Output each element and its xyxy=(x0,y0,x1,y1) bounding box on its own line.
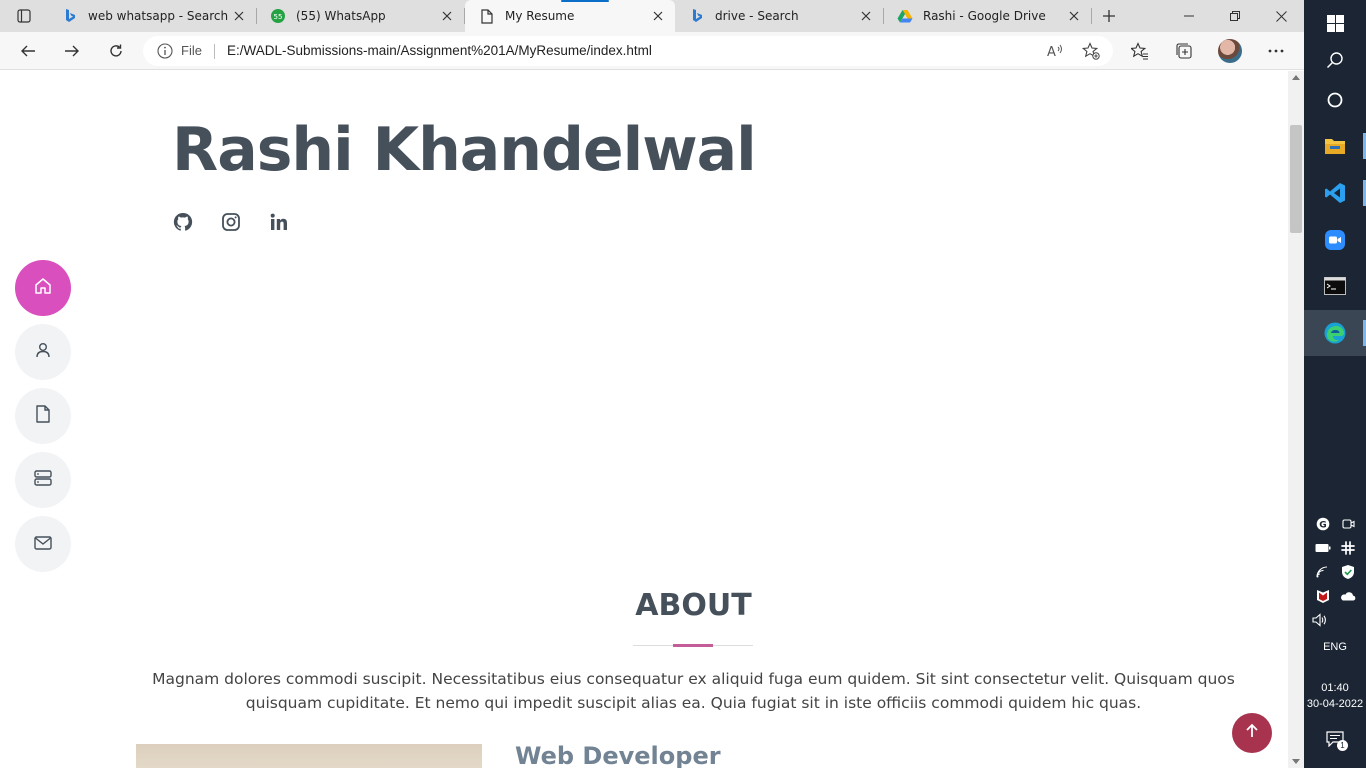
notification-center-icon[interactable]: 1 xyxy=(1324,728,1348,751)
svg-text:55: 55 xyxy=(274,13,283,21)
tab-google-drive[interactable]: Rashi - Google Drive xyxy=(883,0,1092,32)
more-menu-icon[interactable] xyxy=(1262,37,1290,65)
meet-now-icon[interactable] xyxy=(1340,516,1356,532)
address-bar[interactable]: File E:/WADL-Submissions-main/Assignment… xyxy=(143,36,1113,66)
read-aloud-icon[interactable]: A xyxy=(1046,42,1064,60)
refresh-button[interactable] xyxy=(102,37,130,65)
side-navigation xyxy=(15,260,71,580)
file-explorer-icon[interactable] xyxy=(1304,123,1366,169)
mail-icon xyxy=(34,535,52,554)
scroll-up-icon[interactable] xyxy=(1292,75,1300,80)
bing-icon xyxy=(62,8,78,24)
edge-icon[interactable] xyxy=(1304,310,1366,356)
restore-button[interactable] xyxy=(1212,0,1258,32)
wifi-icon[interactable] xyxy=(1315,564,1331,580)
clock-time: 01:40 xyxy=(1321,682,1349,694)
tab-title: drive - Search xyxy=(715,9,799,23)
svg-text:A: A xyxy=(1047,45,1056,59)
hero-name: Rashi Khandelwal xyxy=(172,115,757,185)
home-icon xyxy=(34,277,52,299)
linkedin-icon[interactable] xyxy=(268,211,290,233)
close-icon[interactable] xyxy=(859,9,873,23)
cortana-icon[interactable] xyxy=(1304,77,1366,123)
tab-title: My Resume xyxy=(505,9,575,23)
clock-date: 30-04-2022 xyxy=(1306,698,1364,710)
tab-title: Rashi - Google Drive xyxy=(923,9,1046,23)
profile-avatar[interactable] xyxy=(1216,37,1244,65)
server-icon xyxy=(34,470,52,490)
volume-icon[interactable] xyxy=(1312,612,1328,628)
collections-icon[interactable] xyxy=(1170,37,1198,65)
tab-web-whatsapp-search[interactable]: web whatsapp - Search xyxy=(48,0,257,32)
nav-about-button[interactable] xyxy=(15,324,71,380)
notification-count-badge: 1 xyxy=(1337,740,1348,751)
underline-accent xyxy=(673,644,713,647)
close-icon[interactable] xyxy=(232,9,246,23)
input-language-indicator[interactable]: ENG xyxy=(1304,641,1366,653)
tab-actions-icon[interactable] xyxy=(8,4,40,28)
bing-icon xyxy=(689,8,705,24)
instagram-icon[interactable] xyxy=(220,211,242,233)
vertical-scrollbar[interactable] xyxy=(1288,71,1304,768)
favorites-icon[interactable] xyxy=(1126,37,1154,65)
tab-drive-search[interactable]: drive - Search xyxy=(675,0,884,32)
google-drive-icon xyxy=(897,8,913,24)
tab-strip: web whatsapp - Search 55 (55) WhatsApp M… xyxy=(0,0,1304,32)
close-icon[interactable] xyxy=(651,9,665,23)
security-shield-icon[interactable] xyxy=(1340,564,1356,580)
minimize-button[interactable] xyxy=(1166,0,1212,32)
battery-icon[interactable] xyxy=(1315,540,1331,556)
profile-photo xyxy=(136,744,482,768)
social-links xyxy=(172,211,290,233)
about-paragraph: Magnam dolores commodi suscipit. Necessi… xyxy=(152,670,1235,712)
user-icon xyxy=(34,341,52,363)
nav-contact-button[interactable] xyxy=(15,516,71,572)
vscode-icon[interactable] xyxy=(1304,170,1366,216)
arrow-up-icon xyxy=(1244,723,1260,743)
tab-title: web whatsapp - Search xyxy=(88,9,229,23)
title-underline xyxy=(633,644,753,647)
browser-window: web whatsapp - Search 55 (55) WhatsApp M… xyxy=(0,0,1304,768)
system-clock[interactable]: 01:40 30-04-2022 xyxy=(1304,680,1366,712)
tab-my-resume[interactable]: My Resume xyxy=(465,0,675,32)
scroll-down-icon[interactable] xyxy=(1292,759,1300,764)
about-subheading: Web Developer xyxy=(515,742,721,768)
zoom-icon[interactable] xyxy=(1304,217,1366,263)
new-tab-button[interactable] xyxy=(1096,4,1122,28)
url-text[interactable]: E:/WADL-Submissions-main/Assignment%201A… xyxy=(227,43,652,58)
back-to-top-button[interactable] xyxy=(1232,713,1272,753)
close-icon[interactable] xyxy=(1067,9,1081,23)
page-viewport: Rashi Khandelwal ABOUT Magnam dolores co… xyxy=(0,71,1288,768)
onedrive-icon[interactable] xyxy=(1340,588,1356,604)
scheme-label: File xyxy=(181,43,202,58)
slack-icon[interactable] xyxy=(1340,540,1356,556)
page-icon xyxy=(479,8,495,24)
tab-title: (55) WhatsApp xyxy=(296,9,386,23)
terminal-icon[interactable] xyxy=(1304,263,1366,309)
nav-services-button[interactable] xyxy=(15,452,71,508)
active-tab-indicator xyxy=(561,0,609,2)
github-icon[interactable] xyxy=(172,211,194,233)
nav-resume-button[interactable] xyxy=(15,388,71,444)
close-icon[interactable] xyxy=(440,9,454,23)
info-icon[interactable] xyxy=(157,43,173,63)
back-button[interactable] xyxy=(14,37,42,65)
mcafee-icon[interactable] xyxy=(1315,588,1331,604)
address-divider xyxy=(214,44,215,59)
add-favorite-icon[interactable] xyxy=(1082,42,1100,60)
navigation-bar: File E:/WADL-Submissions-main/Assignment… xyxy=(0,32,1304,70)
nav-home-button[interactable] xyxy=(15,260,71,316)
whatsapp-icon: 55 xyxy=(270,8,286,24)
close-window-button[interactable] xyxy=(1258,0,1304,32)
system-tray: G xyxy=(1304,512,1366,632)
about-section-title: ABOUT xyxy=(635,588,752,623)
tab-whatsapp[interactable]: 55 (55) WhatsApp xyxy=(256,0,465,32)
grammarly-icon[interactable]: G xyxy=(1315,516,1331,532)
document-icon xyxy=(35,405,51,427)
scrollbar-thumb[interactable] xyxy=(1290,125,1302,233)
forward-button[interactable] xyxy=(58,37,86,65)
svg-text:G: G xyxy=(1319,521,1326,531)
